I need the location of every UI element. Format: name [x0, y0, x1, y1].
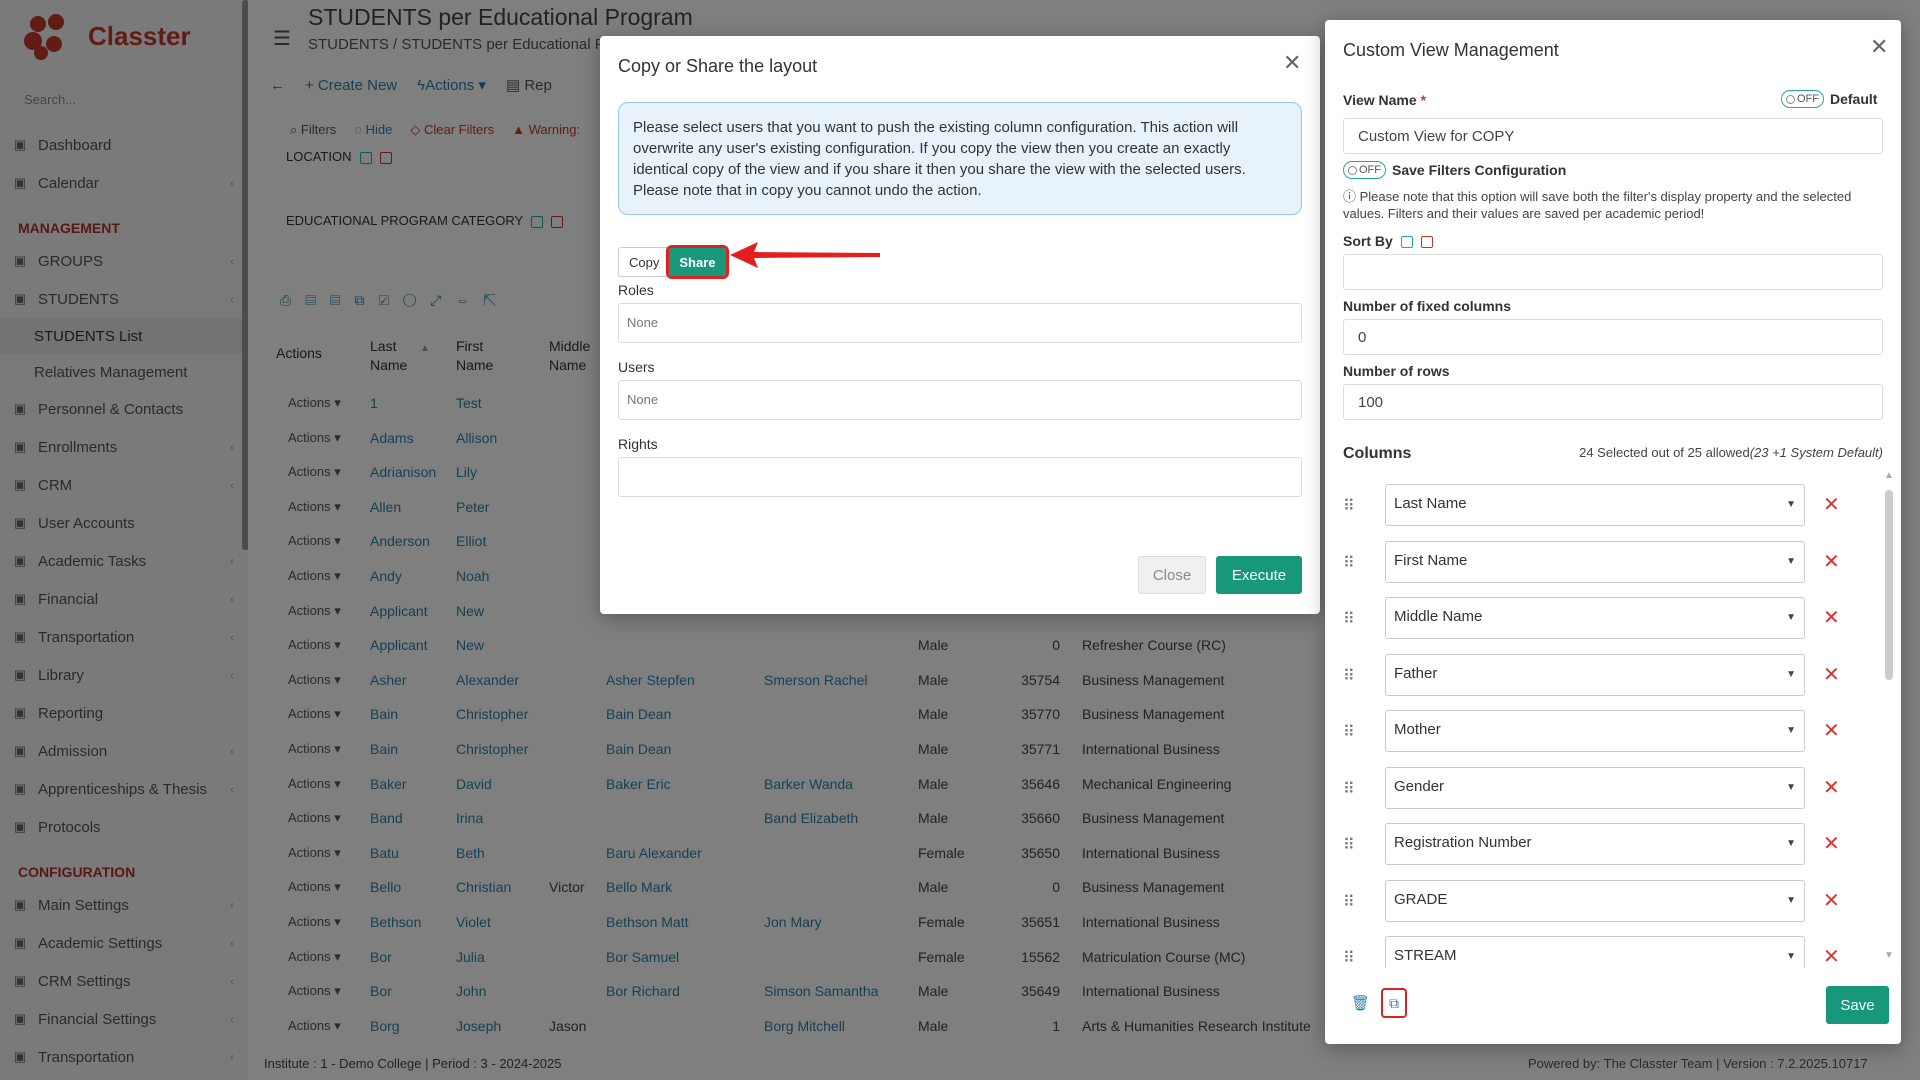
remove-column-icon[interactable]: ✕: [1823, 775, 1840, 800]
caret-down-icon: ▼: [1786, 951, 1796, 962]
column-config-row: ⠿ Registration Number ▼ ✕: [1343, 823, 1883, 865]
column-select-value: Last Name: [1394, 495, 1467, 512]
column-config-row: ⠿ Mother ▼ ✕: [1343, 710, 1883, 752]
remove-column-icon[interactable]: ✕: [1823, 662, 1840, 687]
copy-icon[interactable]: ⧉: [1381, 988, 1407, 1018]
scroll-up-icon[interactable]: ▲: [1884, 470, 1894, 481]
column-config-row: ⠿ Middle Name ▼ ✕: [1343, 597, 1883, 639]
modal-title: Copy or Share the layout: [618, 56, 818, 76]
column-select-value: Gender: [1394, 777, 1445, 795]
column-select[interactable]: Mother ▼: [1385, 710, 1805, 752]
column-config-row: ⠿ Gender ▼ ✕: [1343, 766, 1883, 809]
remove-column-icon[interactable]: ✕: [1823, 718, 1840, 743]
column-select[interactable]: STREAM ▼: [1385, 936, 1805, 968]
share-option-button[interactable]: Share: [666, 245, 729, 279]
execute-button[interactable]: Execute: [1216, 556, 1302, 594]
column-select[interactable]: Middle Name ▼: [1385, 597, 1805, 639]
drag-handle-icon[interactable]: ⠿: [1343, 609, 1355, 629]
scroll-down-icon[interactable]: ▼: [1884, 950, 1894, 961]
column-select[interactable]: Registration Number ▼: [1385, 823, 1805, 865]
caret-down-icon: ▼: [1786, 668, 1796, 680]
caret-down-icon: ▼: [1786, 781, 1796, 793]
column-select-value: Mother: [1394, 721, 1441, 738]
remove-column-icon[interactable]: ✕: [1823, 944, 1840, 968]
remove-column-icon[interactable]: ✕: [1823, 888, 1840, 913]
columns-list: ⠿ Last Name ▼ ✕ ⠿ First Name ▼ ✕ ⠿ Middle Name ▼ ✕ ⠿…: [1325, 20, 1901, 968]
caret-down-icon: ▼: [1786, 612, 1796, 623]
column-select[interactable]: Father ▼: [1385, 653, 1805, 696]
remove-column-icon[interactable]: ✕: [1823, 549, 1840, 574]
column-select-value: GRADE: [1394, 890, 1448, 908]
column-select-value: STREAM: [1394, 947, 1457, 964]
drag-handle-icon[interactable]: ⠿: [1343, 666, 1355, 686]
column-config-row: ⠿ Father ▼ ✕: [1343, 653, 1883, 696]
users-label: Users: [618, 359, 655, 375]
column-select[interactable]: Last Name ▼: [1385, 484, 1805, 526]
trash-icon[interactable]: 🗑: [1351, 994, 1370, 1012]
drag-handle-icon[interactable]: ⠿: [1343, 835, 1355, 855]
drag-handle-icon[interactable]: ⠿: [1343, 496, 1355, 516]
column-select-value: First Name: [1394, 551, 1468, 569]
remove-column-icon[interactable]: ✕: [1823, 492, 1840, 517]
drag-handle-icon[interactable]: ⠿: [1343, 553, 1355, 573]
copy-share-toggle: Copy Share: [618, 245, 729, 279]
caret-down-icon: ▼: [1786, 838, 1796, 849]
caret-down-icon: ▼: [1786, 894, 1796, 906]
drag-handle-icon[interactable]: ⠿: [1343, 892, 1355, 912]
remove-column-icon[interactable]: ✕: [1823, 831, 1840, 856]
rights-select[interactable]: [618, 457, 1302, 497]
caret-down-icon: ▼: [1786, 499, 1796, 510]
column-select[interactable]: First Name ▼: [1385, 540, 1805, 583]
rights-label: Rights: [618, 436, 658, 452]
column-config-row: ⠿ GRADE ▼ ✕: [1343, 879, 1883, 922]
column-config-row: ⠿ First Name ▼ ✕: [1343, 540, 1883, 583]
copy-share-modal: Copy or Share the layout ✕ Please select…: [600, 36, 1320, 614]
column-config-row: ⠿ STREAM ▼ ✕: [1343, 936, 1883, 968]
users-select[interactable]: None: [618, 380, 1302, 420]
drag-handle-icon[interactable]: ⠿: [1343, 722, 1355, 742]
roles-label: Roles: [618, 282, 654, 298]
column-select[interactable]: Gender ▼: [1385, 766, 1805, 809]
column-select-value: Registration Number: [1394, 834, 1532, 851]
column-select[interactable]: GRADE ▼: [1385, 879, 1805, 922]
save-button[interactable]: Save: [1826, 986, 1889, 1024]
columns-scrollbar[interactable]: [1885, 490, 1893, 680]
column-config-row: ⠿ Last Name ▼ ✕: [1343, 484, 1883, 526]
copy-option-button[interactable]: Copy: [619, 248, 669, 276]
red-arrow-annotation: [730, 242, 880, 268]
close-button[interactable]: Close: [1138, 556, 1206, 594]
column-select-value: Father: [1394, 664, 1438, 682]
caret-down-icon: ▼: [1786, 725, 1796, 736]
drag-handle-icon[interactable]: ⠿: [1343, 948, 1355, 968]
column-select-value: Middle Name: [1394, 608, 1483, 625]
caret-down-icon: ▼: [1786, 555, 1796, 567]
roles-select[interactable]: None: [618, 303, 1302, 343]
info-alert: Please select users that you want to pus…: [618, 102, 1302, 215]
close-icon[interactable]: ✕: [1283, 50, 1301, 76]
custom-view-panel: Custom View Management ✕ View Name * OFF…: [1325, 20, 1901, 1044]
remove-column-icon[interactable]: ✕: [1823, 605, 1840, 630]
drag-handle-icon[interactable]: ⠿: [1343, 779, 1355, 799]
